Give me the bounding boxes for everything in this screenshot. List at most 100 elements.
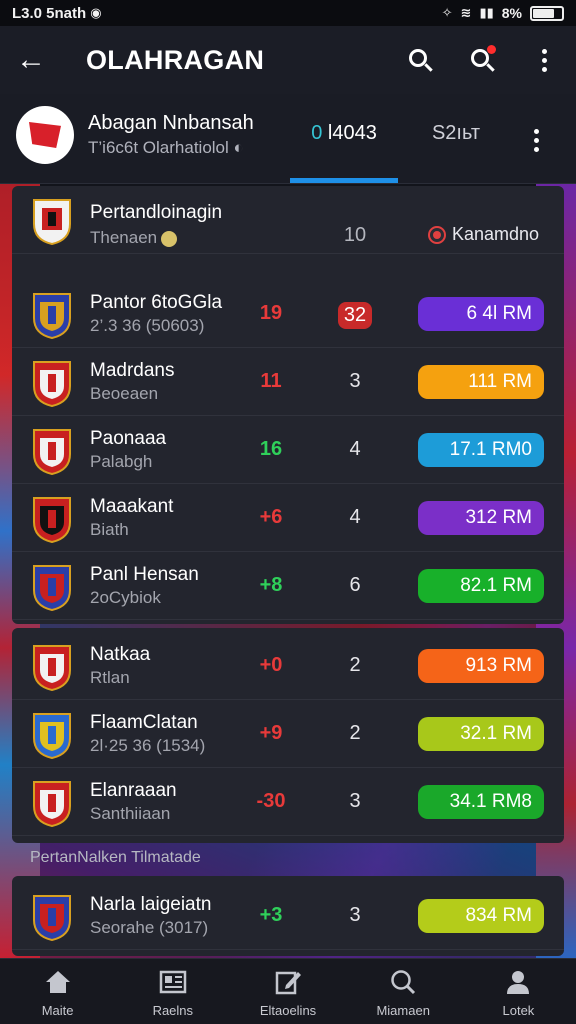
value-pill[interactable]: 32.1 RM [418, 717, 544, 751]
team-crest-icon [30, 642, 74, 692]
points-number: 6 [349, 574, 361, 596]
team-name: FlaamClatan [90, 712, 198, 733]
points-value: 4 [328, 438, 382, 461]
notifications-button[interactable] [466, 44, 498, 76]
team-crest-icon [30, 358, 74, 408]
nav-label: Maite [41, 1003, 74, 1018]
tab-standings-label: l4043 [327, 122, 377, 144]
page-title: OLAHRAGAN [86, 44, 265, 75]
battery-icon [530, 5, 564, 21]
nav-item-search[interactable]: Miamaen [346, 959, 461, 1024]
points-number: 3 [349, 904, 361, 926]
team-name: Pantor 6toGGla [90, 292, 223, 313]
team-meta-text: Thenaen [90, 228, 158, 247]
team-name: Pertandloinagin [90, 202, 223, 223]
table-header-row[interactable]: Pertandloinagin Thenaen 10 Kanamdno [12, 186, 564, 254]
team-name: Narla laigeiatn [90, 894, 212, 915]
league-name: Abagan Nnbansah [88, 112, 254, 134]
profile-icon [502, 967, 534, 997]
tab-stats[interactable]: S2ıьт [412, 122, 500, 145]
team-meta: Biath [90, 520, 129, 539]
team-name: Madrdans [90, 360, 175, 381]
value-pill[interactable]: 6 4l RM [418, 297, 544, 331]
form-value: +9 [259, 722, 283, 744]
tab-standings[interactable]: 0 l4043 [290, 122, 398, 145]
record-icon [428, 225, 446, 244]
team-crest-icon [30, 892, 74, 942]
team-crest-icon [30, 778, 74, 828]
section-label: PertanNalken Tilmatade [30, 849, 201, 866]
value-pill[interactable]: 17.1 RM0 [418, 433, 544, 467]
team-name: Elanraaan [90, 780, 177, 801]
points-number: 3 [349, 790, 361, 812]
form-value: +8 [259, 574, 283, 596]
points-value: 2 [328, 722, 382, 745]
league-menu-button[interactable] [520, 124, 552, 156]
back-arrow-icon[interactable]: ← [16, 43, 56, 77]
value-pill[interactable]: 82.1 RM [418, 569, 544, 603]
edit-icon [272, 967, 304, 997]
team-meta: Palabgh [90, 452, 153, 471]
live-label: Kanamdno [452, 224, 540, 244]
points-number: 32 [337, 302, 373, 329]
team-crest-icon [30, 562, 74, 612]
points-value: 4 [328, 506, 382, 529]
table-row[interactable]: Madrdans Beoeaen 11 3 111 RM [12, 348, 564, 416]
table-row[interactable]: Paonaaa Palabgh 16 4 17.1 RM0 [12, 416, 564, 484]
nav-item-home[interactable]: Maite [0, 959, 115, 1024]
standings-card-tertiary: Narla laigeiatn Seorahe (3017) +3 3 834 RM [12, 876, 564, 956]
more-vert-icon [533, 128, 539, 152]
value-pill[interactable]: 312 RM [418, 501, 544, 535]
team-name: Panl Hensan [90, 564, 199, 585]
points-value: 10 [343, 224, 367, 246]
team-name: Paonaaa [90, 428, 167, 449]
chat-search-icon [471, 49, 489, 67]
value-pill[interactable]: 913 RM [418, 649, 544, 683]
table-row[interactable]: Narla laigeiatn Seorahe (3017) +3 3 834 RM [12, 882, 564, 950]
team-meta: Beoeaen [90, 384, 159, 403]
form-value: 16 [259, 438, 283, 460]
form-value: +0 [259, 654, 283, 676]
team-meta: Thenaen [90, 228, 178, 248]
value-pill[interactable]: 834 RM [418, 899, 544, 933]
form-value: 19 [259, 302, 283, 324]
info-icon: ◐ [233, 138, 244, 157]
active-tab-indicator [290, 178, 398, 183]
app-bar: ← OLAHRAGAN [0, 26, 576, 94]
points-value: 6 [328, 574, 382, 597]
search-icon [387, 967, 419, 997]
points-number: 2 [349, 654, 361, 676]
bluetooth-icon: ✧ [441, 5, 453, 20]
overflow-menu-button[interactable] [528, 44, 560, 76]
search-button[interactable] [404, 44, 436, 76]
nav-item-news[interactable]: Raelns [115, 959, 230, 1024]
league-logo [16, 106, 74, 164]
wifi-icon: ≋ [460, 5, 472, 20]
nav-label: Eltaoelins [259, 1003, 317, 1018]
form-value: 11 [260, 370, 282, 392]
live-indicator: Kanamdno [428, 224, 539, 245]
status-bar: L3.0 5nath ◉ ✧ ≋ ▮▮ 8% [0, 0, 576, 26]
form-value: -30 [256, 790, 286, 812]
table-row[interactable]: FlaamClatan 2l·25 36 (1534) +9 2 32.1 RM [12, 700, 564, 768]
value-pill[interactable]: 34.1 RM8 [418, 785, 544, 819]
notification-icon: ◉ [90, 5, 102, 20]
table-row[interactable]: Natkaa Rtlan +0 2 913 RM [12, 632, 564, 700]
nav-item-edit[interactable]: Eltaoelins [230, 959, 345, 1024]
team-name: Natkaa [90, 644, 151, 665]
tab-standings-lead: 0 [311, 122, 323, 144]
table-row[interactable]: Panl Hensan 2oСybiok +8 6 82.1 RM [12, 552, 564, 620]
flag-icon [29, 122, 61, 148]
points-value: 3 [328, 904, 382, 927]
form-value: +3 [259, 904, 283, 926]
nav-item-profile[interactable]: Lotek [461, 959, 576, 1024]
table-row[interactable]: Pantor 6toGGla 2’.3 36 (50603) 19 32 6 4l RM [12, 280, 564, 348]
value-pill[interactable]: 111 RM [418, 365, 544, 399]
table-row[interactable]: Maaakant Biath +6 4 312 RM [12, 484, 564, 552]
table-row[interactable]: Elanraaan Santhiiaan -30 3 34.1 RM8 [12, 768, 564, 836]
bottom-navigation: Maite Raelns Eltaoelins Miamaen Lotek [0, 958, 576, 1024]
nav-label: Raelns [152, 1003, 194, 1018]
team-meta: 2l·25 36 (1534) [90, 736, 206, 755]
points-number: 4 [349, 506, 361, 528]
points-value: 3 [328, 370, 382, 393]
